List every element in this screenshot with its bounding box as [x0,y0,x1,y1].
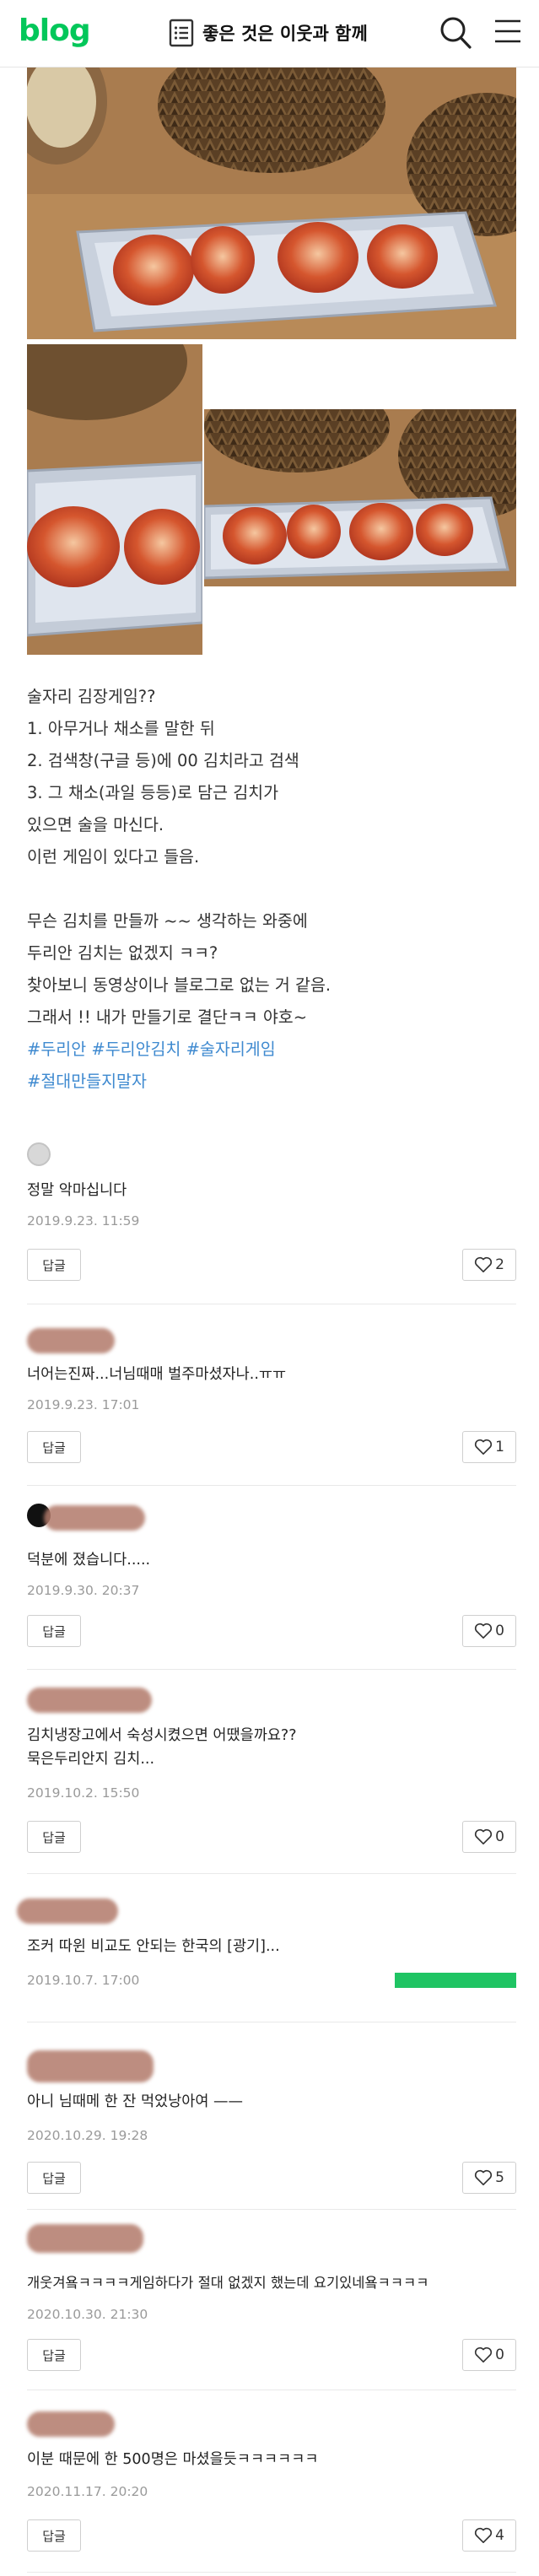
like-count: 5 [495,2169,504,2186]
post-line: 있으면 술을 마신다. [27,815,164,834]
post-photo-left[interactable] [27,344,202,655]
comment-date: 2020.11.17. 20:20 [27,2484,148,2499]
heart-icon [474,1828,493,1844]
heart-icon [474,1256,493,1272]
comment-date: 2019.10.7. 17:00 [27,1973,140,1988]
comment-item: 김치냉장고에서 숙성시켰으면 어땠을까요?? 묵은두리안지 김치... 2019… [27,1688,516,1856]
search-icon[interactable] [439,15,472,51]
like-button[interactable]: 4 [462,2519,516,2552]
post-line: 두리안 김치는 없겠지 ㅋㅋ? [27,943,218,963]
post-line: 3. 그 채소(과일 등등)로 담근 김치가 [27,783,279,802]
like-count: 0 [495,1623,504,1639]
post-line: 찾아보니 동영상이나 블로그로 없는 거 같음. [27,975,331,995]
comment-item: 개웃겨욬ㅋㅋㅋㅋ게임하다가 절대 없겠지 했는데 요기있네욬ㅋㅋㅋㅋ 2020.… [27,2224,516,2372]
comment-divider [27,1669,516,1670]
author-name-redacted [27,2411,115,2437]
like-count: 0 [495,1828,504,1845]
comment-item: 이분 때문에 한 500명은 마셨을듯ㅋㅋㅋㅋㅋㅋ 2020.11.17. 20… [27,2411,516,2559]
comment-divider [27,2209,516,2210]
reply-button[interactable]: 답글 [27,2162,81,2194]
post-line: 2. 검색창(구글 등)에 00 김치라고 검색 [27,751,299,770]
like-button[interactable]: 5 [462,2162,516,2194]
comment-item: 아니 님때메 한 잔 먹었낭아여 —— 2020.10.29. 19:28 답글… [27,2050,516,2198]
blog-logo[interactable]: blog [19,14,91,48]
author-name-redacted [27,1688,152,1713]
comment-date: 2019.10.2. 15:50 [27,1785,140,1801]
hamburger-menu-icon[interactable] [494,19,521,44]
heart-icon [474,2346,493,2363]
reply-button[interactable]: 답글 [27,1615,81,1647]
like-button[interactable]: 0 [462,1821,516,1853]
comment-text: 너어는진짜...너님때매 벌주마셨자나..ㅠㅠ [27,1366,287,1383]
comment-divider [27,2572,516,2573]
comment-text: 김치냉장고에서 숙성시켰으면 어땠을까요?? [27,1727,297,1744]
author-name-redacted [27,2050,154,2082]
top-bar: blog 좋은 것은 이웃과 함께 [0,0,539,68]
post-photo-main[interactable] [27,68,516,339]
comment-text: 덕분에 졌습니다..... [27,1552,151,1569]
comment-text: 정말 악마십니다 [27,1182,127,1199]
reply-button[interactable]: 답글 [27,2339,81,2371]
blog-title-area[interactable]: 좋은 것은 이웃과 함께 [169,19,368,47]
hashtag-line[interactable]: #두리안 #두리안김치 #술자리게임 [27,1034,516,1066]
comment-text: 조커 따윈 비교도 안되는 한국의 [광기]... [27,1938,280,1955]
comment-item: 조커 따윈 비교도 안되는 한국의 [광기]... 2019.10.7. 17:… [17,1898,516,1991]
overlay-bar [395,1973,516,1988]
like-count: 1 [495,1439,504,1455]
reply-button[interactable]: 답글 [27,1821,81,1853]
post-line: 무슨 김치를 만들까 ~~ 생각하는 와중에 [27,911,308,931]
comment-item: 정말 악마십니다 2019.9.23. 11:59 답글 2 [27,1142,516,1288]
avatar[interactable] [27,1142,51,1166]
post-line: 1. 아무거나 채소를 말한 뒤 [27,719,215,738]
heart-icon [474,2169,493,2185]
document-list-icon [169,19,194,47]
post-photo-right[interactable] [204,409,516,586]
post-line: 이런 게임이 있다고 들음. [27,847,200,867]
like-button[interactable]: 2 [462,1249,516,1281]
comment-date: 2019.9.30. 20:37 [27,1583,140,1598]
post-line: 그래서 !! 내가 만들기로 결단ㅋㅋ 야호~ [27,1007,308,1027]
comment-divider [27,1485,516,1486]
author-name-redacted [27,1328,115,1353]
hashtag-line[interactable]: #절대만들지말자 [27,1066,516,1098]
like-count: 0 [495,2346,504,2363]
post-body: 술자리 김장게임?? 1. 아무거나 채소를 말한 뒤 2. 검색창(구글 등)… [27,681,516,1098]
comment-text: 이분 때문에 한 500명은 마셨을듯ㅋㅋㅋㅋㅋㅋ [27,2451,319,2468]
comment-text-line2: 묵은두리안지 김치... [27,1751,155,1768]
author-name-redacted [27,2224,143,2253]
heart-icon [474,1439,493,1455]
comment-divider [27,1873,516,1874]
comment-text: 개웃겨욬ㅋㅋㅋㅋ게임하다가 절대 없겠지 했는데 요기있네욬ㅋㅋㅋㅋ [27,2275,429,2291]
comment-date: 2020.10.30. 21:30 [27,2307,148,2322]
like-button[interactable]: 0 [462,1615,516,1647]
like-button[interactable]: 0 [462,2339,516,2371]
reply-button[interactable]: 답글 [27,1431,81,1463]
blog-title: 좋은 것은 이웃과 함께 [202,24,368,44]
like-count: 4 [495,2527,504,2544]
author-name-redacted [44,1505,145,1531]
heart-icon [474,2527,493,2543]
heart-icon [474,1623,493,1639]
comment-item: 덕분에 졌습니다..... 2019.9.30. 20:37 답글 0 [27,1504,516,1649]
like-button[interactable]: 1 [462,1431,516,1463]
like-count: 2 [495,1256,504,1273]
reply-button[interactable]: 답글 [27,1249,81,1281]
comment-date: 2019.9.23. 11:59 [27,1213,140,1229]
post-line: 술자리 김장게임?? [27,687,156,706]
comment-item: 너어는진짜...너님때매 벌주마셨자나..ㅠㅠ 2019.9.23. 17:01… [27,1328,516,1472]
reply-button[interactable]: 답글 [27,2519,81,2552]
comment-date: 2019.9.23. 17:01 [27,1397,140,1412]
author-name-redacted [17,1898,118,1924]
comment-text: 아니 님때메 한 잔 먹었낭아여 —— [27,2093,244,2110]
comment-date: 2020.10.29. 19:28 [27,2128,148,2143]
